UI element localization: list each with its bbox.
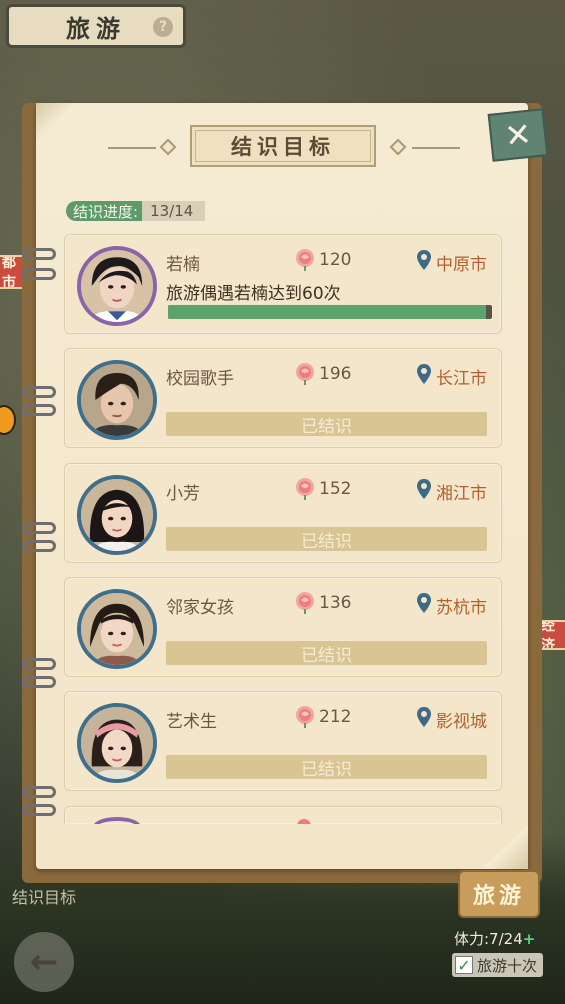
target-card[interactable]: 邻家女孩 136 苏杭市 已结识: [64, 577, 502, 677]
checkbox-checked-icon[interactable]: ✓: [455, 956, 473, 975]
target-card[interactable]: 小芳 152 湘江市 已结识: [64, 463, 502, 563]
target-card-partial[interactable]: [64, 806, 502, 824]
target-name: 若楠: [166, 255, 200, 275]
avatar: [77, 703, 157, 783]
target-city: 苏杭市: [436, 598, 487, 618]
target-card[interactable]: 艺术生 212 影视城 已结识: [64, 691, 502, 791]
affection-score: 136: [319, 593, 352, 613]
close-button[interactable]: ✕: [487, 108, 549, 162]
rose-icon: [296, 363, 314, 385]
travel-ten-toggle[interactable]: ✓ 旅游十次: [452, 953, 544, 977]
close-icon: ✕: [502, 114, 534, 156]
bottom-tab-label[interactable]: 结识目标: [12, 884, 76, 908]
stamina-value: 体力:7/24: [454, 930, 523, 948]
location-pin-icon: [417, 250, 431, 270]
target-city: 长江市: [436, 369, 487, 389]
travel-button[interactable]: 旅游: [458, 870, 540, 918]
side-left-sign-label: 都市: [2, 255, 16, 289]
stamina-display: 体力:7/24+: [454, 928, 535, 949]
screen-title-plate: 旅游 ?: [6, 4, 186, 48]
avatar: [77, 475, 157, 555]
meet-progress-label: 结识进度:: [66, 201, 143, 221]
affection-score: 212: [319, 707, 352, 727]
meet-progress-value: 13/14: [142, 201, 206, 221]
avatar-partial: [93, 817, 141, 824]
met-status-badge: 已结识: [166, 641, 487, 666]
goal-progress-fill: [168, 305, 486, 319]
met-status-badge: 已结识: [166, 527, 487, 552]
rose-icon: [296, 706, 314, 728]
target-card[interactable]: 若楠 120 中原市 旅游偶遇若楠达到60次: [64, 234, 502, 334]
target-city: 中原市: [436, 255, 487, 275]
avatar: [77, 246, 157, 326]
avatar: [77, 589, 157, 669]
rose-icon-partial: [297, 819, 311, 824]
avatar: [77, 360, 157, 440]
target-goal: 旅游偶遇若楠达到60次: [166, 284, 341, 304]
target-name: 小芳: [166, 484, 200, 504]
location-pin-icon: [417, 707, 431, 727]
location-pin-icon: [417, 593, 431, 613]
location-pin-icon: [417, 479, 431, 499]
target-name: 校园歌手: [166, 369, 234, 389]
rose-icon: [296, 478, 314, 500]
stamina-add-icon[interactable]: +: [523, 930, 536, 948]
side-right-sign[interactable]: 经济: [539, 620, 565, 650]
affection-score: 152: [319, 479, 352, 499]
affection-score: 196: [319, 364, 352, 384]
affection-score: 120: [319, 250, 352, 270]
target-city: 影视城: [436, 712, 487, 732]
target-name: 邻家女孩: [166, 598, 234, 618]
target-city: 湘江市: [436, 484, 487, 504]
header-rule-right: [412, 147, 460, 149]
target-card[interactable]: 校园歌手 196 长江市 已结识: [64, 348, 502, 448]
screen-title: 旅游: [66, 13, 126, 43]
travel-ten-label: 旅游十次: [477, 956, 538, 975]
dialog-title-banner: 结识目标: [190, 125, 376, 167]
back-arrow-icon: ←: [29, 942, 59, 982]
header-rule-left: [108, 147, 156, 149]
help-icon[interactable]: ?: [153, 17, 173, 37]
met-status-badge: 已结识: [166, 755, 487, 780]
rose-icon: [296, 592, 314, 614]
location-pin-icon: [417, 364, 431, 384]
meet-progress: 结识进度: 13/14: [66, 201, 206, 221]
met-status-badge: 已结识: [166, 412, 487, 437]
rose-icon: [296, 249, 314, 271]
back-button[interactable]: ←: [14, 932, 74, 992]
dialog-title: 结识目标: [231, 134, 335, 159]
goal-progress-bar: [168, 305, 492, 319]
side-right-sign-label: 经济: [541, 620, 555, 650]
target-name: 艺术生: [166, 712, 217, 732]
